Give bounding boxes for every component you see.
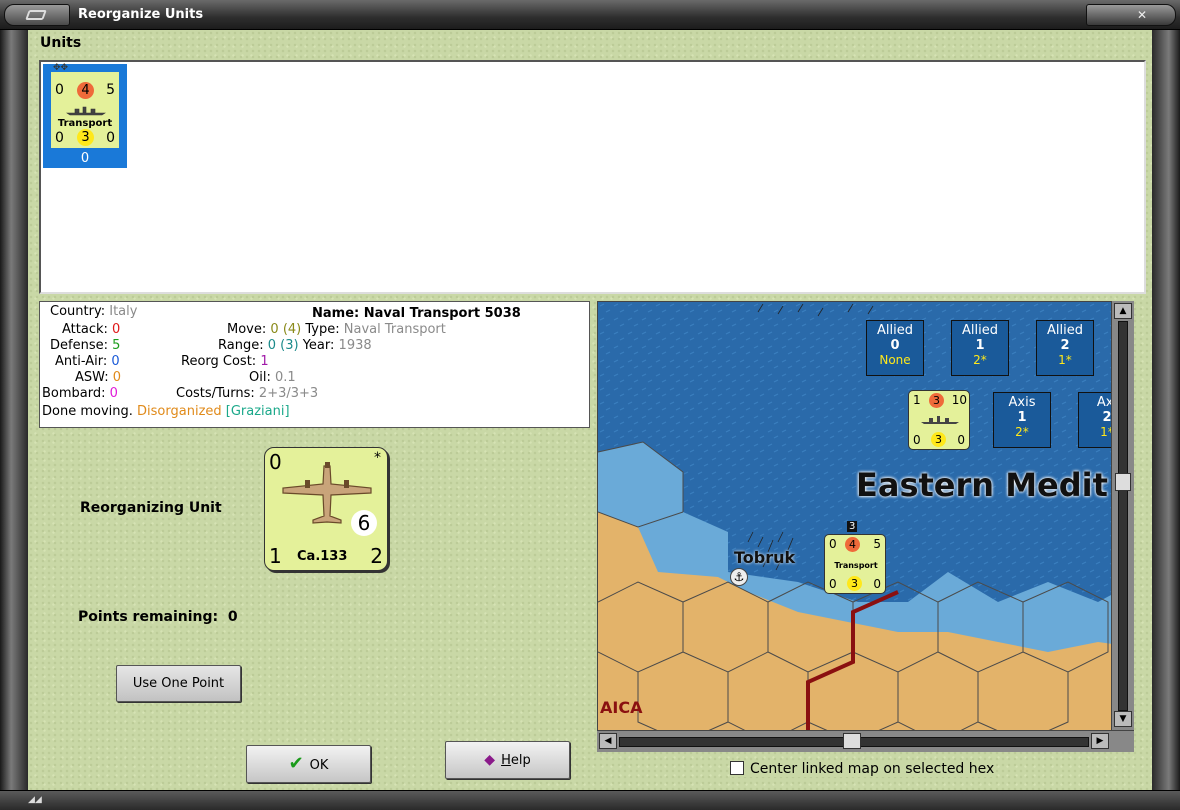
info-costs: Costs/Turns: 2+3/3+3 (176, 386, 319, 401)
counter-name: Ca.133 (297, 549, 348, 564)
counter-attack: 4 (77, 82, 94, 99)
counter-value: 6 (351, 510, 377, 536)
center-map-checkbox-label: Center linked map on selected hex (750, 761, 995, 777)
points-remaining: Points remaining: 0 (78, 609, 238, 625)
frame-right (1152, 30, 1180, 790)
map-horizontal-scrollbar[interactable]: ◀ ▶ (597, 730, 1134, 752)
ship-icon (66, 106, 106, 116)
scroll-thumb[interactable] (843, 733, 861, 749)
map-area-label: AICA (600, 698, 643, 717)
checkmark-icon: ✔ (288, 753, 304, 774)
scroll-up-arrow-icon[interactable]: ▲ (1114, 303, 1132, 319)
info-status: Done moving. Disorganized [Graziani] (42, 404, 290, 419)
info-asw: ASW: 0 (75, 370, 122, 385)
window-icon (25, 10, 47, 20)
window-title: Reorganize Units (78, 7, 204, 22)
counter-bottom-left: 1 (269, 544, 282, 568)
unit-info-panel: Country: Italy Name: Naval Transport 503… (39, 301, 590, 428)
window-menu-button[interactable] (4, 4, 70, 26)
ship-icon (921, 416, 959, 424)
counter-name: Transport (57, 118, 113, 129)
units-label: Units (40, 35, 82, 51)
reorganizing-unit-label: Reorganizing Unit (80, 500, 222, 516)
counter-star: * (374, 450, 381, 466)
center-map-checkbox-row[interactable]: Center linked map on selected hex (730, 761, 995, 777)
map-unit-counter-b[interactable]: 3 0 4 5 Transport 0 3 0 (824, 521, 886, 594)
port-anchor-icon[interactable]: ⚓ (730, 568, 748, 586)
help-book-icon: ◆ (484, 752, 496, 768)
close-button[interactable]: ✕ (1086, 4, 1176, 26)
info-country: Country: Italy (50, 304, 138, 319)
info-name: Name: Naval Transport 5038 (312, 306, 521, 321)
info-range: Range: 0 (3) Year: 1938 (218, 338, 372, 353)
unit-list-item[interactable]: ✥✥ 0 4 5 Transport 0 3 0 0 (43, 63, 127, 168)
counter-bottom-right: 2 (370, 544, 383, 568)
title-bar[interactable]: Reorganize Units ✕ (0, 0, 1180, 30)
counter-top-right: 5 (106, 82, 115, 98)
map-status-box-allied-2[interactable]: Allied 2 1* (1036, 320, 1094, 376)
scroll-left-arrow-icon[interactable]: ◀ (599, 733, 617, 749)
counter-top-left: 0 (55, 82, 64, 98)
map-status-box-axis-1[interactable]: Axis 1 2* (993, 392, 1051, 448)
counter-bottom-left: 0 (55, 130, 64, 146)
ok-button[interactable]: ✔ OK (246, 745, 371, 783)
reorganizing-unit-counter: 0 * 6 1 Ca.133 2 (264, 447, 388, 571)
use-one-point-button[interactable]: Use One Point (116, 665, 241, 702)
frame-bottom: ◢◢ (0, 790, 1180, 810)
scroll-track[interactable] (1118, 321, 1128, 711)
map-status-box-allied-0[interactable]: Allied 0 None (866, 320, 924, 376)
info-oil: Oil: 0.1 (249, 370, 296, 385)
units-list[interactable]: ✥✥ 0 4 5 Transport 0 3 0 0 (39, 60, 1146, 294)
info-defense: Defense: 5 (50, 338, 121, 353)
info-bombard: Bombard: 0 (42, 386, 118, 401)
map-unit-counter-a[interactable]: 1 3 10 0 3 0 (908, 390, 970, 450)
help-button[interactable]: ◆ Help (445, 741, 570, 779)
map-region-label: Eastern Medit (856, 466, 1108, 504)
unit-counter: 0 4 5 Transport 0 3 0 (51, 72, 119, 148)
frame-left (0, 30, 28, 790)
map-status-box-allied-1[interactable]: Allied 1 2* (951, 320, 1009, 376)
info-reorg-cost: Reorg Cost: 1 (181, 354, 269, 369)
linked-map[interactable]: Eastern Medit Tobruk ⚓ AICA Allied 0 Non… (597, 301, 1134, 752)
close-icon: ✕ (1136, 8, 1147, 22)
info-move: Move: 0 (4) Type: Naval Transport (227, 322, 446, 337)
center-map-checkbox[interactable] (730, 761, 744, 775)
scroll-down-arrow-icon[interactable]: ▼ (1114, 711, 1132, 727)
map-city-label: Tobruk (734, 548, 796, 567)
counter-defense: 3 (77, 129, 94, 146)
unit-count: 0 (80, 151, 90, 166)
scroll-right-arrow-icon[interactable]: ▶ (1091, 733, 1109, 749)
map-vertical-scrollbar[interactable]: ▲ ▼ (1111, 301, 1134, 731)
scroll-thumb[interactable] (1115, 473, 1131, 491)
info-antiair: Anti-Air: 0 (55, 354, 120, 369)
counter-bottom-right: 0 (106, 130, 115, 146)
dialog-client: Units ✥✥ 0 4 5 Transport 0 3 0 0 Country… (28, 30, 1152, 790)
resize-grip-icon[interactable]: ◢◢ (28, 795, 64, 805)
info-attack: Attack: 0 (62, 322, 121, 337)
